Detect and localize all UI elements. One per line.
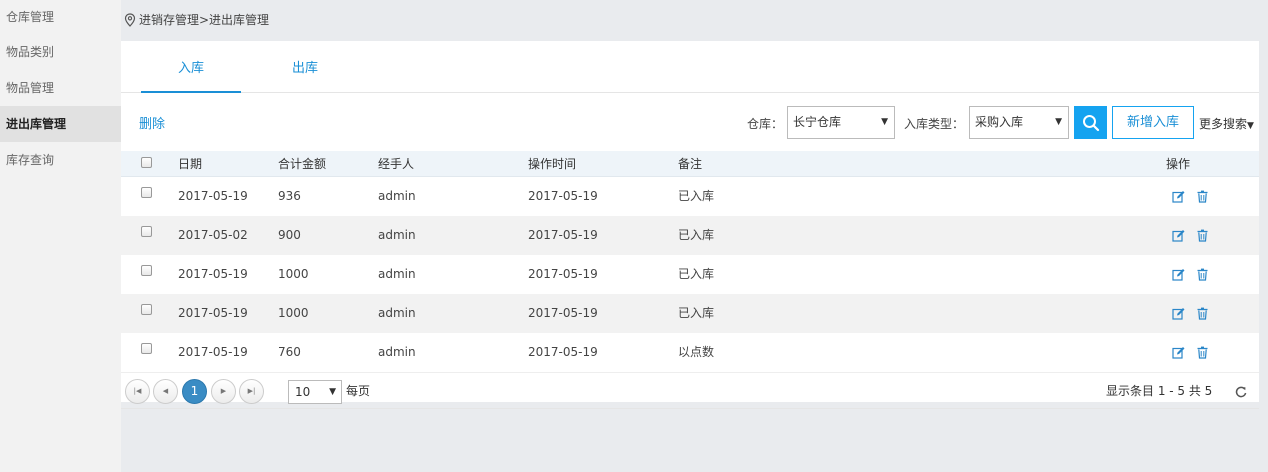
row-checkbox[interactable] <box>141 343 152 354</box>
cell-handler: admin <box>378 228 416 242</box>
trash-icon[interactable] <box>1196 346 1209 359</box>
select-all-checkbox[interactable] <box>141 157 152 168</box>
sidebar-item-inventory[interactable]: 库存查询 <box>0 142 121 178</box>
row-checkbox[interactable] <box>141 265 152 276</box>
header-remark[interactable]: 备注 <box>678 151 702 177</box>
main-panel: 入库 出库 删除 仓库： 长宁仓库 ▼ 入库类型： 采购入库 ▼ 新增入库 更多… <box>121 41 1259 409</box>
cell-remark: 以点数 <box>678 345 715 359</box>
cell-date: 2017-05-02 <box>178 228 248 242</box>
stock-in-type-value: 采购入库 <box>975 115 1024 129</box>
location-icon <box>124 13 136 27</box>
cell-time: 2017-05-19 <box>528 345 598 359</box>
cell-handler: admin <box>378 345 416 359</box>
cell-time: 2017-05-19 <box>528 228 598 242</box>
search-icon <box>1082 114 1099 131</box>
cell-time: 2017-05-19 <box>528 306 598 320</box>
breadcrumb-text: 进销存管理>进出库管理 <box>139 13 270 27</box>
row-checkbox[interactable] <box>141 187 152 198</box>
more-search-label: 更多搜索 <box>1199 117 1248 131</box>
caret-down-icon: ▼ <box>881 117 888 127</box>
cell-amount: 760 <box>278 345 301 359</box>
toolbar: 删除 仓库： 长宁仓库 ▼ 入库类型： 采购入库 ▼ 新增入库 更多搜索▼ <box>121 93 1259 151</box>
breadcrumb: 进销存管理>进出库管理 <box>121 0 1268 40</box>
sidebar-item-goods[interactable]: 物品管理 <box>0 70 121 106</box>
tab-stock-out[interactable]: 出库 <box>255 41 355 93</box>
cell-time: 2017-05-19 <box>528 267 598 281</box>
edit-icon[interactable] <box>1172 190 1185 203</box>
sidebar-item-warehouse[interactable]: 仓库管理 <box>0 0 121 34</box>
stock-in-type-label: 入库类型： <box>904 117 965 131</box>
pager: |◀ ◀ 1 ▶ ▶| 10 ▼ 每页 显示条目 1 - 5 共 5 <box>121 372 1259 409</box>
page-size-select[interactable]: 10 ▼ <box>288 380 342 404</box>
last-page-icon[interactable]: ▶| <box>239 379 264 404</box>
edit-icon[interactable] <box>1172 229 1185 242</box>
cell-handler: admin <box>378 306 416 320</box>
cell-amount: 936 <box>278 189 301 203</box>
sidebar-item-stock-io[interactable]: 进出库管理 <box>0 106 127 142</box>
row-checkbox[interactable] <box>141 226 152 237</box>
refresh-icon[interactable] <box>1234 385 1248 399</box>
header-date[interactable]: 日期 <box>178 151 202 177</box>
cell-date: 2017-05-19 <box>178 306 248 320</box>
table-row[interactable]: 2017-05-19 936 admin 2017-05-19 已入库 <box>121 177 1259 216</box>
caret-down-icon: ▼ <box>1247 121 1254 131</box>
sidebar: 仓库管理 物品类别 物品管理 进出库管理 库存查询 <box>0 0 127 472</box>
edit-icon[interactable] <box>1172 307 1185 320</box>
page-scrollbar[interactable] <box>1259 0 1268 472</box>
trash-icon[interactable] <box>1196 190 1209 203</box>
table-row[interactable]: 2017-05-19 1000 admin 2017-05-19 已入库 <box>121 255 1259 294</box>
per-page-label: 每页 <box>346 384 371 398</box>
trash-icon[interactable] <box>1196 307 1209 320</box>
table-row[interactable]: 2017-05-19 760 admin 2017-05-19 以点数 <box>121 333 1259 372</box>
caret-down-icon: ▼ <box>329 387 336 397</box>
cell-amount: 900 <box>278 228 301 242</box>
table-row[interactable]: 2017-05-19 1000 admin 2017-05-19 已入库 <box>121 294 1259 333</box>
header-handler[interactable]: 经手人 <box>378 151 414 177</box>
cell-time: 2017-05-19 <box>528 189 598 203</box>
row-checkbox[interactable] <box>141 304 152 315</box>
search-button[interactable] <box>1074 106 1107 139</box>
table-header: 日期 合计金额 经手人 操作时间 备注 操作 <box>121 151 1259 177</box>
cell-remark: 已入库 <box>678 228 715 242</box>
table-row[interactable]: 2017-05-02 900 admin 2017-05-19 已入库 <box>121 216 1259 255</box>
next-page-icon[interactable]: ▶ <box>211 379 236 404</box>
current-page-button[interactable]: 1 <box>182 379 207 404</box>
first-page-icon[interactable]: |◀ <box>125 379 150 404</box>
add-stock-in-button[interactable]: 新增入库 <box>1112 106 1194 139</box>
pager-summary: 显示条目 1 - 5 共 5 <box>1106 384 1213 398</box>
tab-bar: 入库 出库 <box>121 41 1259 93</box>
cell-remark: 已入库 <box>678 189 715 203</box>
cell-remark: 已入库 <box>678 306 715 320</box>
stock-in-type-select[interactable]: 采购入库 ▼ <box>969 106 1069 139</box>
edit-icon[interactable] <box>1172 346 1185 359</box>
cell-handler: admin <box>378 267 416 281</box>
cell-amount: 1000 <box>278 267 309 281</box>
cell-amount: 1000 <box>278 306 309 320</box>
caret-down-icon: ▼ <box>1055 117 1062 127</box>
page-size-value: 10 <box>295 385 311 399</box>
prev-page-icon[interactable]: ◀ <box>153 379 178 404</box>
warehouse-label: 仓库： <box>747 117 784 131</box>
edit-icon[interactable] <box>1172 268 1185 281</box>
header-amount[interactable]: 合计金额 <box>278 151 326 177</box>
warehouse-select-value: 长宁仓库 <box>793 115 842 129</box>
header-ops: 操作 <box>1166 157 1191 171</box>
trash-icon[interactable] <box>1196 229 1209 242</box>
warehouse-select[interactable]: 长宁仓库 ▼ <box>787 106 895 139</box>
more-search-button[interactable]: 更多搜索▼ <box>1199 115 1254 132</box>
cell-date: 2017-05-19 <box>178 267 248 281</box>
header-time[interactable]: 操作时间 <box>528 151 576 177</box>
cell-handler: admin <box>378 189 416 203</box>
trash-icon[interactable] <box>1196 268 1209 281</box>
cell-remark: 已入库 <box>678 267 715 281</box>
cell-date: 2017-05-19 <box>178 189 248 203</box>
sidebar-item-categories[interactable]: 物品类别 <box>0 34 121 70</box>
tab-stock-in[interactable]: 入库 <box>141 41 241 93</box>
delete-button[interactable]: 删除 <box>139 113 165 132</box>
cell-date: 2017-05-19 <box>178 345 248 359</box>
